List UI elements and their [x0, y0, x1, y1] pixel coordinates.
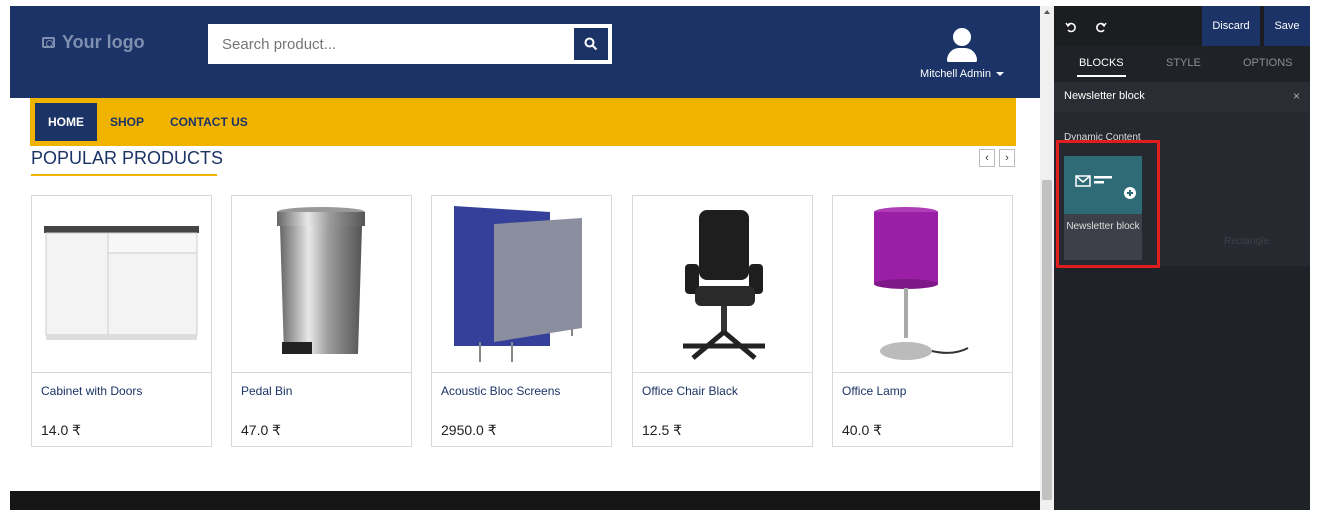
search-bar: [208, 24, 612, 64]
product-card[interactable]: Cabinet with Doors 14.0 ₹: [31, 195, 212, 447]
scrollbar-thumb[interactable]: [1042, 180, 1052, 500]
product-price: 2950.0 ₹: [441, 422, 497, 438]
block-header-text: Newsletter block: [1064, 90, 1145, 102]
product-price: 12.5 ₹: [642, 422, 683, 438]
save-button[interactable]: Save: [1264, 6, 1310, 46]
product-image-pedal-bin[interactable]: [232, 196, 411, 373]
editor-toolbar: Discard Save: [1054, 6, 1310, 46]
nav-item-contact-us[interactable]: CONTACT US: [157, 103, 261, 141]
website-preview: Your logo Mitchell Admin HOME SHOP: [10, 6, 1040, 510]
avatar-body: [947, 48, 977, 62]
undo-icon: [1065, 22, 1076, 33]
carousel-next-button[interactable]: ›: [999, 149, 1015, 167]
section-title-underline: [31, 174, 217, 176]
site-footer: [10, 491, 1040, 510]
editor-tabs: BLOCKS STYLE OPTIONS: [1054, 46, 1310, 80]
search-input[interactable]: [210, 26, 572, 62]
scroll-up-arrow-icon[interactable]: [1044, 10, 1050, 14]
site-logo[interactable]: Your logo: [42, 32, 145, 53]
product-card[interactable]: Office Lamp 40.0 ₹: [832, 195, 1013, 447]
main-navigation: HOME SHOP CONTACT US: [30, 98, 1016, 146]
logo-text: Your logo: [62, 32, 145, 52]
user-menu[interactable]: Mitchell Admin: [912, 28, 1012, 80]
product-price: 14.0 ₹: [41, 422, 82, 438]
nav-item-shop[interactable]: SHOP: [97, 103, 157, 141]
product-image-office-lamp[interactable]: [833, 196, 1012, 373]
product-image-cabinet[interactable]: [32, 196, 211, 373]
product-card[interactable]: Office Chair Black 12.5 ₹: [632, 195, 813, 447]
search-button[interactable]: [572, 26, 610, 62]
product-image-acoustic-screens[interactable]: [432, 196, 611, 373]
tab-options[interactable]: OPTIONS: [1243, 46, 1293, 80]
highlight-box: [1056, 140, 1160, 268]
undo-button[interactable]: [1060, 6, 1082, 46]
user-name: Mitchell Admin: [920, 68, 991, 80]
section-title: POPULAR PRODUCTS: [31, 148, 224, 168]
search-icon: [584, 37, 598, 51]
tab-blocks[interactable]: BLOCKS: [1077, 46, 1126, 80]
nav-item-home[interactable]: HOME: [35, 103, 97, 141]
redo-icon: [1096, 22, 1107, 33]
close-icon[interactable]: ×: [1293, 82, 1300, 110]
product-image-office-chair[interactable]: [633, 196, 812, 373]
product-name[interactable]: Office Lamp: [842, 384, 906, 398]
product-name[interactable]: Acoustic Bloc Screens: [441, 384, 560, 398]
avatar-icon: [953, 28, 971, 46]
redo-button[interactable]: [1090, 6, 1112, 46]
block-search-header: Newsletter block ×: [1054, 82, 1310, 112]
carousel-controls: ‹ ›: [979, 149, 1015, 167]
caret-down-icon: [995, 72, 1004, 77]
tab-style[interactable]: STYLE: [1166, 46, 1201, 80]
camera-icon: [42, 37, 55, 48]
product-price: 40.0 ₹: [842, 422, 883, 438]
carousel-prev-button[interactable]: ‹: [979, 149, 995, 167]
product-price: 47.0 ₹: [241, 422, 282, 438]
site-header: Your logo Mitchell Admin: [10, 6, 1040, 98]
page-scrollbar[interactable]: [1040, 6, 1054, 510]
product-card[interactable]: Acoustic Bloc Screens 2950.0 ₹: [431, 195, 612, 447]
faded-block-label: Rectangle: [1224, 236, 1270, 247]
discard-button[interactable]: Discard: [1202, 6, 1260, 46]
screen: Your logo Mitchell Admin HOME SHOP: [0, 0, 1318, 510]
product-name[interactable]: Cabinet with Doors: [41, 384, 142, 398]
product-name[interactable]: Pedal Bin: [241, 384, 292, 398]
product-card[interactable]: Pedal Bin 47.0 ₹: [231, 195, 412, 447]
product-name[interactable]: Office Chair Black: [642, 384, 738, 398]
